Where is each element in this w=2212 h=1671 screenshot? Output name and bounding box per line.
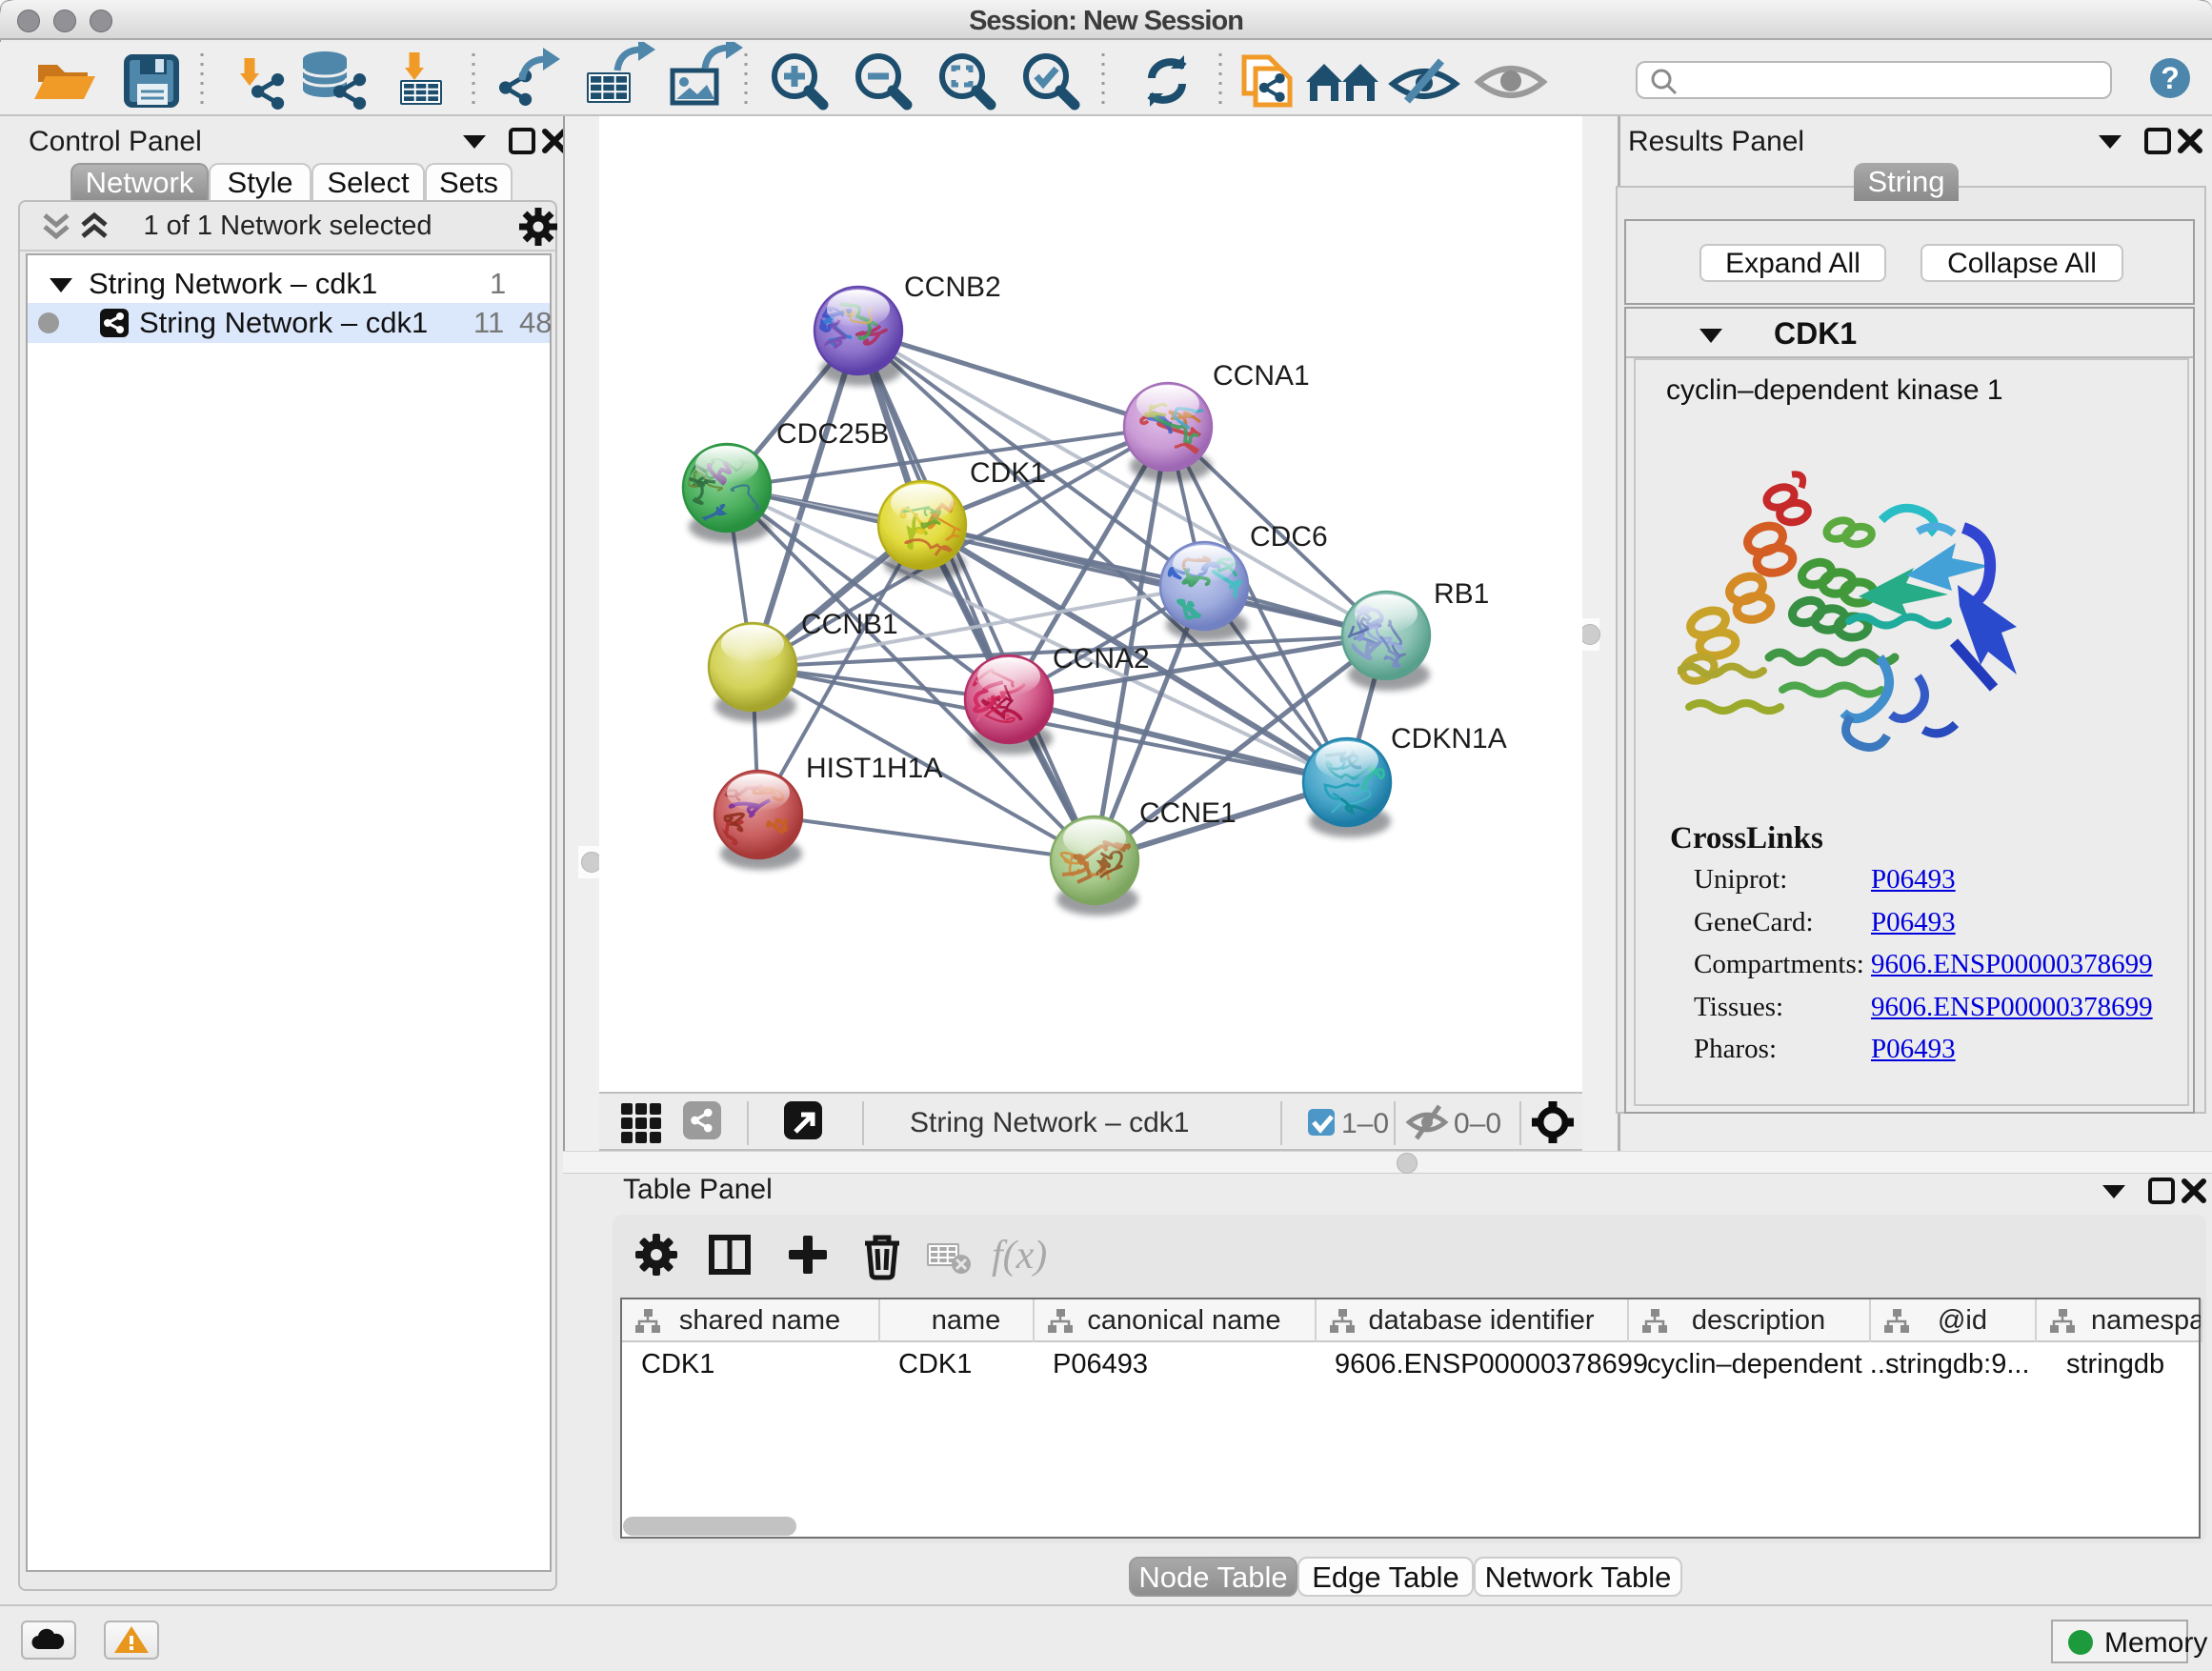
svg-text:f(x): f(x) xyxy=(992,1234,1047,1278)
svg-text:CDK1: CDK1 xyxy=(970,457,1046,489)
svg-text:CDC25B: CDC25B xyxy=(776,418,889,450)
svg-text:CDKN1A: CDKN1A xyxy=(1391,723,1507,755)
svg-text:CCNB1: CCNB1 xyxy=(801,609,898,640)
svg-text:CCNA2: CCNA2 xyxy=(1053,643,1150,674)
svg-text:String Network – cdk1: String Network – cdk1 xyxy=(910,1107,1189,1138)
svg-text:RB1: RB1 xyxy=(1434,578,1489,610)
svg-text:CCNB2: CCNB2 xyxy=(904,272,1001,303)
svg-text:HIST1H1A: HIST1H1A xyxy=(806,753,942,784)
svg-text:CCNA1: CCNA1 xyxy=(1213,360,1310,392)
svg-text:1–0: 1–0 xyxy=(1341,1108,1389,1139)
svg-text:CDC6: CDC6 xyxy=(1250,521,1328,553)
svg-text:CCNE1: CCNE1 xyxy=(1139,797,1237,829)
svg-text:0–0: 0–0 xyxy=(1454,1108,1501,1139)
